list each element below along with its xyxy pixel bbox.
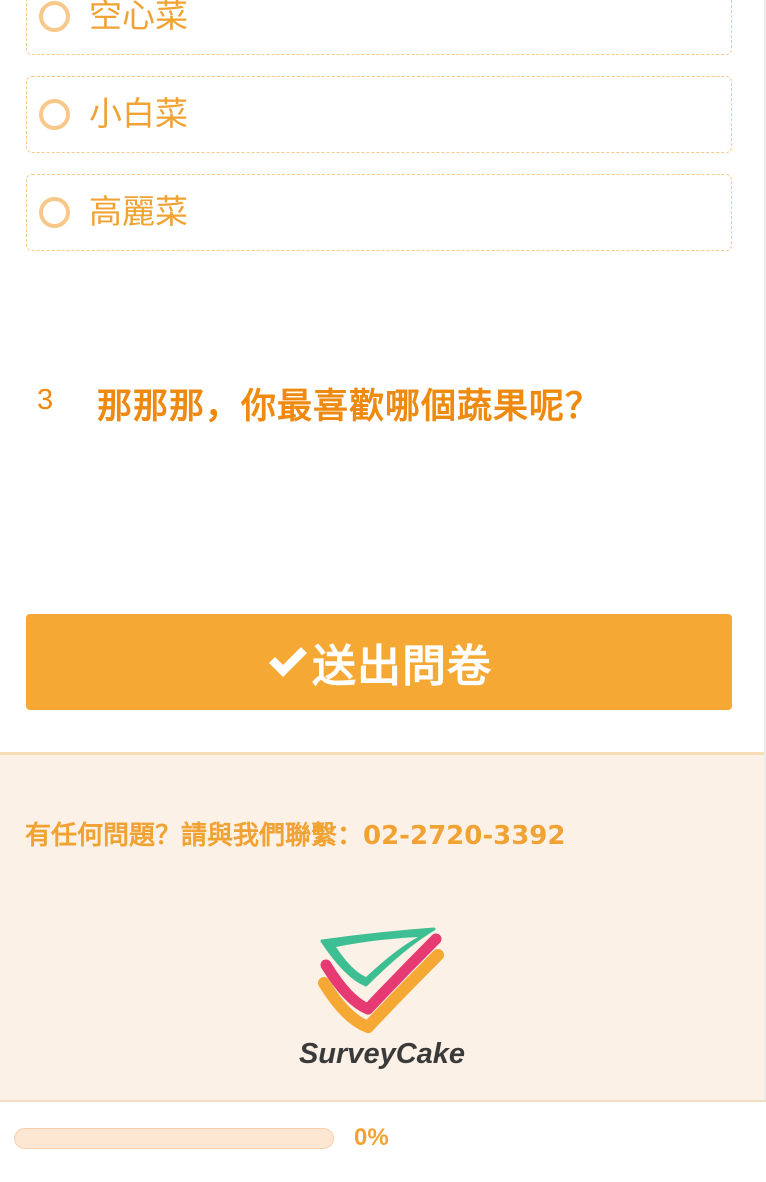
option-bok-choy[interactable]: 小白菜: [26, 76, 732, 153]
progress-bar-area: 0%: [0, 1100, 766, 1182]
question-number: 3: [37, 384, 54, 416]
option-cabbage[interactable]: 高麗菜: [26, 174, 732, 251]
radio-icon[interactable]: [39, 99, 70, 130]
option-label: 小白菜: [89, 94, 188, 133]
progress-percent: 0%: [354, 1124, 389, 1151]
submit-button[interactable]: 送出問卷: [26, 614, 732, 710]
option-water-spinach[interactable]: 空心菜: [26, 0, 732, 55]
check-icon: [269, 647, 307, 677]
submit-label: 送出問卷: [312, 641, 492, 692]
radio-icon[interactable]: [39, 197, 70, 228]
brand-name: SurveyCake: [298, 1038, 466, 1070]
survey-main: 空心菜 小白菜 高麗菜 3 那那那，你最喜歡哪個蔬果呢？ 送出問卷: [0, 0, 766, 1100]
surveycake-logo: [318, 927, 444, 1033]
option-label: 空心菜: [89, 0, 188, 35]
progress-track: [14, 1128, 334, 1149]
radio-icon[interactable]: [39, 1, 70, 32]
footer: 有任何問題？請與我們聯繫：02-2720-3392 SurveyCake: [0, 752, 764, 1100]
question-title: 那那那，你最喜歡哪個蔬果呢？: [97, 387, 602, 427]
option-label: 高麗菜: [89, 192, 188, 231]
contact-text: 有任何問題？請與我們聯繫：02-2720-3392: [25, 821, 566, 851]
